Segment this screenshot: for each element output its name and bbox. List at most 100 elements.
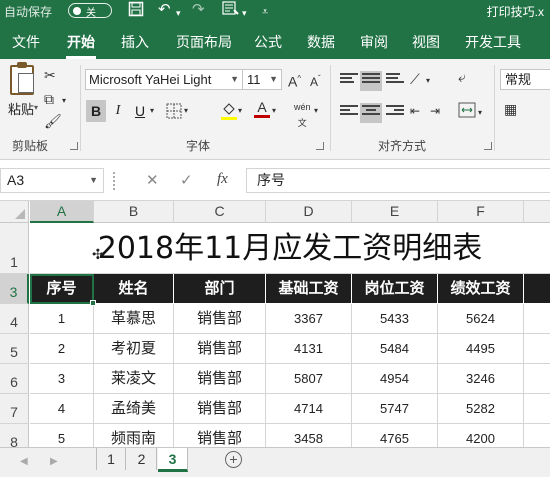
row-header-6[interactable]: 6 <box>0 364 29 394</box>
next-sheet-icon[interactable]: ▶ <box>50 456 58 467</box>
borders-icon[interactable] <box>166 103 182 122</box>
format-painter-qat-icon[interactable] <box>222 1 240 22</box>
fill-color-dropdown-icon[interactable]: ▾ <box>238 103 242 119</box>
decrease-font-icon[interactable]: Aˇ <box>310 71 321 90</box>
table-cell[interactable]: 3 <box>30 364 94 394</box>
column-header-c[interactable]: C <box>174 201 266 223</box>
increase-font-icon[interactable]: A^ <box>288 71 301 90</box>
save-icon[interactable] <box>128 1 144 22</box>
underline-button[interactable]: U <box>130 100 150 122</box>
table-cell[interactable]: 莱凌文 <box>94 364 174 394</box>
table-cell[interactable] <box>524 424 550 447</box>
autosave-toggle[interactable]: 关 <box>68 3 112 19</box>
table-cell[interactable]: 4 <box>30 394 94 424</box>
align-bottom-icon[interactable] <box>386 73 404 87</box>
table-cell[interactable]: 4954 <box>352 364 438 394</box>
table-cell[interactable]: 5282 <box>438 394 524 424</box>
row-header-3[interactable]: 3 <box>0 274 29 304</box>
table-cell[interactable]: 1 <box>30 304 94 334</box>
font-color-dropdown-icon[interactable]: ▾ <box>272 103 276 119</box>
table-header-cell[interactable]: 序号 <box>30 274 94 304</box>
table-header-cell[interactable]: 绩效工资 <box>438 274 524 304</box>
table-header-cell[interactable]: 姓名 <box>94 274 174 304</box>
table-cell[interactable]: 4131 <box>266 334 352 364</box>
orientation-dropdown-icon[interactable]: ▾ <box>426 73 430 89</box>
table-header-cell[interactable]: 基础工资 <box>266 274 352 304</box>
table-cell[interactable] <box>524 304 550 334</box>
table-cell[interactable]: 3246 <box>438 364 524 394</box>
customize-qat-icon[interactable]: ⩡ <box>262 3 268 21</box>
column-header-g[interactable] <box>524 201 550 223</box>
table-header-cell[interactable]: 部门 <box>174 274 266 304</box>
enter-icon[interactable]: ✓ <box>180 171 193 189</box>
tab-review[interactable]: 审阅 <box>360 32 388 52</box>
merge-dropdown-icon[interactable]: ▾ <box>478 105 482 121</box>
tab-insert[interactable]: 插入 <box>121 32 149 52</box>
prev-sheet-icon[interactable]: ◀ <box>20 456 28 467</box>
align-left-icon[interactable] <box>340 105 358 119</box>
accounting-format-icon[interactable]: ▦ <box>504 101 517 117</box>
sheet-tab-1[interactable]: 1 <box>96 448 126 470</box>
font-name-select[interactable]: Microsoft YaHei Light ▼ <box>85 69 243 90</box>
table-cell[interactable]: 销售部 <box>174 334 266 364</box>
table-cell[interactable]: 2 <box>30 334 94 364</box>
cancel-icon[interactable]: ✕ <box>146 171 159 189</box>
column-header-b[interactable]: B <box>94 201 174 223</box>
align-middle-icon[interactable] <box>360 71 382 91</box>
table-cell[interactable]: 5 <box>30 424 94 447</box>
orientation-icon[interactable]: ⟋ <box>410 71 420 87</box>
tab-developer[interactable]: 开发工具 <box>465 32 521 52</box>
table-cell[interactable] <box>524 364 550 394</box>
font-size-select[interactable]: 11 ▼ <box>242 69 282 90</box>
qat-dropdown-icon[interactable]: ▾ <box>242 4 247 22</box>
paste-dropdown-icon[interactable]: ▾ <box>34 103 38 112</box>
table-cell[interactable]: 销售部 <box>174 304 266 334</box>
tab-home[interactable]: 开始 <box>67 32 95 52</box>
underline-dropdown-icon[interactable]: ▾ <box>150 103 154 119</box>
font-color-icon[interactable]: A <box>254 99 270 118</box>
bold-button[interactable]: B <box>86 100 106 122</box>
fill-handle[interactable] <box>90 300 96 306</box>
table-cell[interactable]: 孟绮美 <box>94 394 174 424</box>
format-painter-icon[interactable]: 🖌 <box>44 113 62 129</box>
table-cell[interactable]: 革慕思 <box>94 304 174 334</box>
number-format-select[interactable]: 常规 <box>500 69 550 90</box>
tab-data[interactable]: 数据 <box>307 32 335 52</box>
row-header-8[interactable]: 8 <box>0 424 29 447</box>
phonetic-icon[interactable]: wén 文 <box>294 99 311 131</box>
table-cell[interactable]: 5624 <box>438 304 524 334</box>
copy-icon[interactable]: ⧉ <box>44 91 54 107</box>
table-cell[interactable] <box>524 394 550 424</box>
row-header-5[interactable]: 5 <box>0 334 29 364</box>
alignment-launcher-icon[interactable] <box>484 142 492 150</box>
table-cell[interactable]: 5807 <box>266 364 352 394</box>
column-header-f[interactable]: F <box>438 201 524 223</box>
row-header-7[interactable]: 7 <box>0 394 29 424</box>
tab-view[interactable]: 视图 <box>412 32 440 52</box>
align-top-icon[interactable] <box>340 73 358 87</box>
align-center-icon[interactable] <box>360 103 382 123</box>
add-sheet-button[interactable]: + <box>225 451 242 468</box>
paste-button[interactable]: 粘贴 ▾ <box>6 62 42 121</box>
clipboard-launcher-icon[interactable] <box>70 142 78 150</box>
increase-indent-icon[interactable]: ⇥ <box>430 103 440 119</box>
undo-dropdown-icon[interactable]: ▾ <box>176 4 181 22</box>
wrap-text-icon[interactable]: ⤶ <box>458 69 466 85</box>
table-cell[interactable]: 4200 <box>438 424 524 447</box>
cut-icon[interactable]: ✂ <box>44 67 56 83</box>
sheet-tab-2[interactable]: 2 <box>127 448 157 470</box>
column-header-e[interactable]: E <box>352 201 438 223</box>
table-cell[interactable]: 销售部 <box>174 424 266 447</box>
row-header-4[interactable]: 4 <box>0 304 29 334</box>
font-launcher-icon[interactable] <box>316 142 324 150</box>
table-cell[interactable]: 频雨南 <box>94 424 174 447</box>
decrease-indent-icon[interactable]: ⇤ <box>410 103 420 119</box>
table-cell[interactable]: 4495 <box>438 334 524 364</box>
tab-page-layout[interactable]: 页面布局 <box>176 32 232 52</box>
table-cell[interactable] <box>524 334 550 364</box>
table-cell[interactable]: 5747 <box>352 394 438 424</box>
table-cell[interactable]: 4714 <box>266 394 352 424</box>
align-right-icon[interactable] <box>386 105 404 119</box>
phonetic-dropdown-icon[interactable]: ▾ <box>314 103 318 119</box>
table-cell[interactable]: 5433 <box>352 304 438 334</box>
